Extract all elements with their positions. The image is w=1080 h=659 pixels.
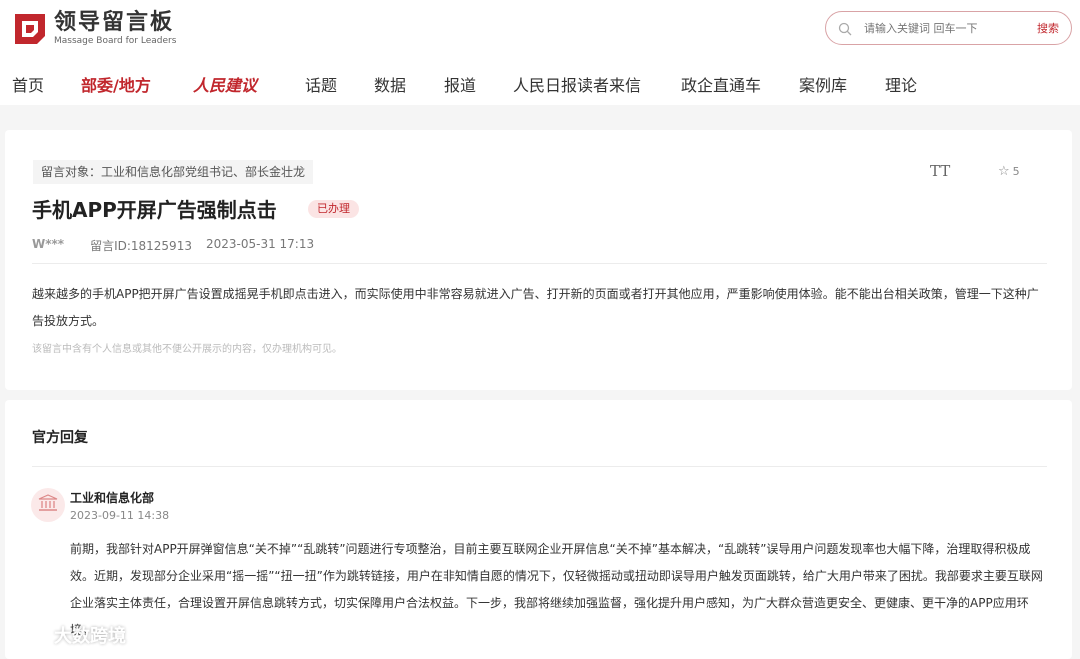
star-icon: ☆: [998, 164, 1010, 179]
watermark: 大数跨境: [8, 621, 126, 648]
status-badge: 已办理: [308, 200, 359, 218]
reply-body: 前期，我部针对APP开屏弹窗信息“关不掉”“乱跳转”问题进行专项整治，目前主要互…: [70, 542, 1043, 637]
logo-title: 领导留言板: [54, 10, 175, 35]
nav-item-topics[interactable]: 话题: [305, 72, 337, 96]
message-id: 留言ID:18125913: [90, 239, 192, 253]
message-target: 留言对象：工业和信息化部党组书记、部长金壮龙: [33, 160, 314, 184]
logo-mark-icon: [12, 11, 48, 47]
nav-item-people-suggestions[interactable]: 人民建议: [193, 72, 257, 96]
search-box: 搜索: [825, 11, 1072, 45]
star-count: 5: [1012, 165, 1020, 178]
reply-heading: 官方回复: [32, 430, 88, 446]
watermark-logo-icon: [8, 621, 48, 648]
nav-item-data[interactable]: 数据: [374, 72, 406, 96]
reply-card: 官方回复 工业和信息化部 2023-09-11 14:38 前期，我部针对APP…: [5, 400, 1072, 659]
department-name: 工业和信息化部: [70, 491, 155, 505]
nav-item-cases[interactable]: 案例库: [799, 72, 847, 96]
nav-item-home[interactable]: 首页: [12, 72, 44, 96]
search-button[interactable]: 搜索: [1037, 20, 1059, 36]
message-title: 手机APP开屏广告强制点击: [32, 198, 277, 222]
favorite-button[interactable]: ☆ 5: [998, 164, 1020, 179]
site-logo[interactable]: 领导留言板 Massage Board for Leaders: [12, 10, 176, 47]
message-body: 越来越多的手机APP把开屏广告设置成摇晃手机即点击进入，而实际使用中非常容易就进…: [32, 287, 1039, 328]
government-building-icon: [38, 494, 58, 516]
search-input[interactable]: [864, 21, 1024, 35]
font-size-icon[interactable]: TT: [930, 162, 950, 180]
nav-item-reader-letters[interactable]: 人民日报读者来信: [513, 72, 641, 96]
privacy-note: 该留言中含有个人信息或其他不便公开展示的内容，仅办理机构可见。: [32, 344, 342, 355]
watermark-text: 大数跨境: [54, 625, 126, 647]
divider: [32, 466, 1047, 467]
nav-item-ministries[interactable]: 部委/地方: [81, 72, 151, 96]
nav-item-enterprise[interactable]: 政企直通车: [681, 72, 761, 96]
logo-subtitle: Massage Board for Leaders: [54, 36, 177, 46]
author-name: W***: [32, 237, 65, 251]
department-avatar: [31, 488, 65, 522]
top-header: 领导留言板 Massage Board for Leaders 搜索 首页 部委…: [0, 0, 1080, 105]
message-timestamp: 2023-05-31 17:13: [205, 237, 315, 251]
reply-date: 2023-09-11 14:38: [70, 509, 170, 522]
nav-item-reports[interactable]: 报道: [444, 72, 476, 96]
message-meta: W*** 留言ID:18125913 2023-05-31 17:13: [32, 237, 328, 254]
search-icon: [838, 21, 852, 36]
nav-item-theory[interactable]: 理论: [885, 72, 917, 96]
message-card: 留言对象：工业和信息化部党组书记、部长金壮龙 TT ☆ 5 手机APP开屏广告强…: [5, 130, 1072, 390]
divider: [32, 263, 1047, 264]
